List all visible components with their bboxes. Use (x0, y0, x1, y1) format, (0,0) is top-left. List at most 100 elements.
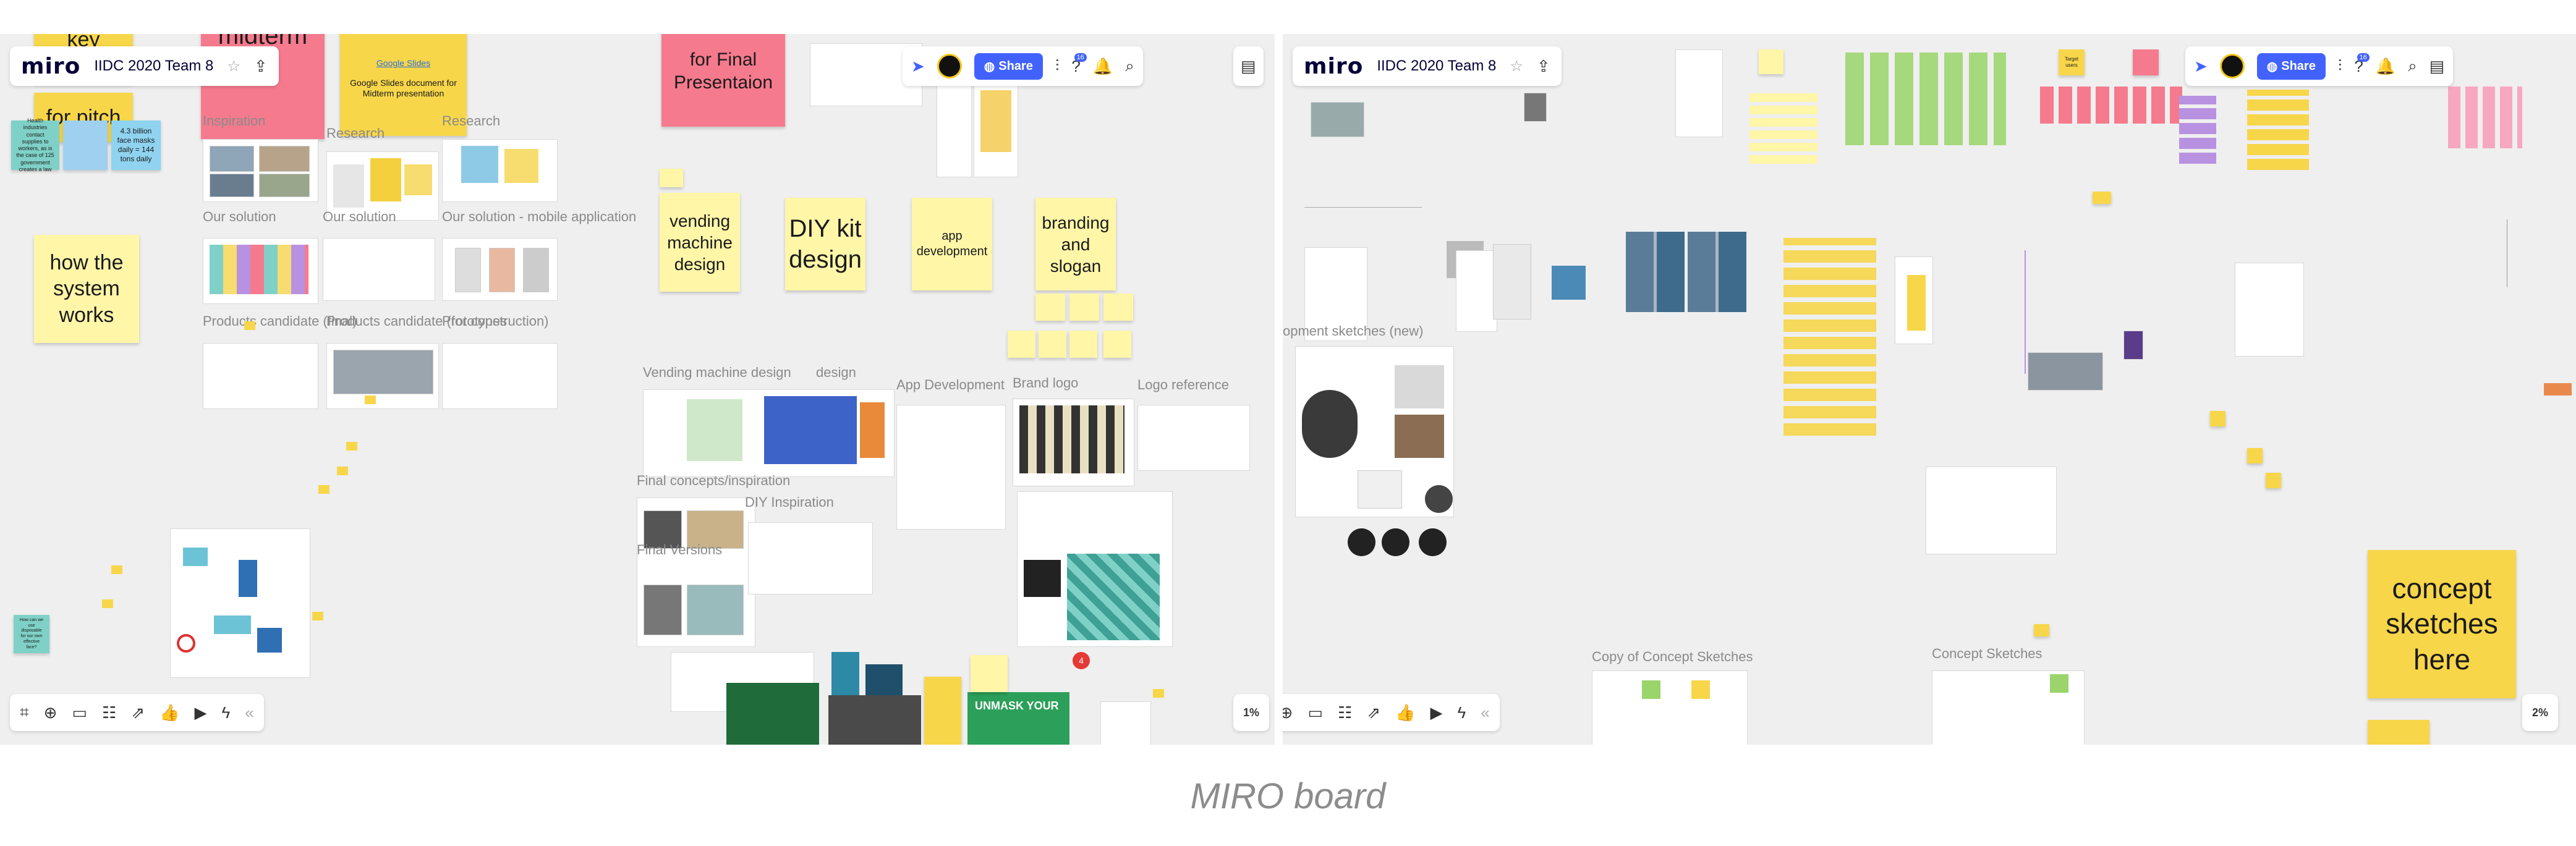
search-icon[interactable]: ⌕ (1125, 56, 1134, 76)
doc-thumb[interactable] (1926, 467, 2057, 554)
doc-thumb[interactable] (1456, 250, 1497, 332)
notes-icon[interactable]: ▤ (1241, 57, 1256, 76)
share-button[interactable]: ◍ Share (2256, 53, 2326, 80)
sticky-final[interactable]: for Final Presentaion (661, 34, 785, 127)
vote-icon[interactable]: 👍 (1395, 703, 1415, 722)
sticky-mini[interactable] (1759, 49, 1783, 74)
help-icon[interactable]: ? 16 (2354, 53, 2370, 76)
frame-logo-patterns[interactable] (1017, 491, 1173, 647)
doc-phone-ui-2[interactable] (974, 83, 1018, 177)
comment-icon[interactable] (244, 321, 255, 330)
comment-icon[interactable] (337, 467, 348, 475)
image-thumb[interactable] (2123, 331, 2143, 360)
frame-products-construction[interactable] (326, 343, 439, 409)
frame-final-concepts[interactable] (637, 497, 755, 647)
comment-icon[interactable] (2247, 448, 2263, 463)
comment-icon[interactable] (2266, 473, 2281, 488)
sticky-industries[interactable]: Health industries contact supplies to wo… (11, 117, 59, 172)
comment-icon[interactable] (102, 599, 113, 608)
image-thumb[interactable] (1100, 701, 1151, 745)
frame-mobile-app[interactable] (442, 238, 558, 301)
comment-icon[interactable] (2093, 192, 2111, 204)
doc-phone-ui[interactable] (937, 77, 972, 177)
settings-sliders-icon[interactable]: ⫶ (2338, 56, 2342, 76)
sticky-mini[interactable] (1103, 331, 1131, 358)
comment-icon[interactable] (1153, 689, 1164, 698)
chat-icon[interactable]: ▭ (1307, 703, 1323, 722)
miro-board-canvas-left[interactable]: miro IIDC 2020 Team 8 ☆ ⇪ ➤ ◍ Share ⫶ ? 16… (0, 34, 1275, 745)
sticky-blue-small[interactable] (63, 121, 108, 170)
cards-icon[interactable]: ☷ (102, 703, 116, 722)
doc-thumb[interactable] (2235, 263, 2304, 357)
share-screen-icon[interactable]: ⇗ (1367, 703, 1380, 722)
avatar[interactable] (937, 54, 962, 78)
sticky-small[interactable] (971, 655, 1008, 692)
frame-our-solution[interactable] (203, 238, 318, 304)
avatar[interactable] (2219, 54, 2245, 78)
frame-inspiration[interactable] (203, 139, 318, 202)
comment-icon[interactable] (365, 396, 376, 404)
frame-research-2[interactable] (442, 139, 558, 202)
sticky-diy[interactable]: DIY kit design (785, 198, 865, 290)
sticky-pink[interactable] (2133, 49, 2159, 75)
frame-brand-logo[interactable] (1013, 399, 1134, 486)
share-button[interactable]: ◍ Share (974, 53, 1043, 80)
frame-concept-sketches[interactable] (1932, 670, 2085, 745)
cursor-icon[interactable]: ➤ (2194, 57, 2208, 76)
comment-add-icon[interactable]: ⊕ (44, 703, 57, 722)
sticky-mini[interactable] (1039, 331, 1066, 358)
help-icon[interactable]: ? 16 (1071, 53, 1087, 76)
chat-icon[interactable]: ▭ (72, 703, 87, 722)
sticky-branding[interactable]: branding and slogan (1035, 198, 1116, 290)
settings-sliders-icon[interactable]: ⫶ (1055, 56, 1060, 76)
frame-app-dev[interactable] (896, 405, 1006, 530)
sticky-app[interactable]: app development (912, 198, 992, 290)
collapse-icon[interactable]: « (1481, 703, 1489, 722)
slides-link[interactable]: Google Slides (376, 58, 430, 69)
sticky-dark[interactable] (924, 677, 961, 745)
zoom-indicator[interactable]: 1% (1233, 694, 1270, 731)
board-title[interactable]: IIDC 2020 Team 8 (94, 57, 213, 75)
bell-icon[interactable]: 🔔 (2376, 57, 2395, 76)
frame-logo-ref[interactable] (1137, 405, 1250, 471)
image-thumb[interactable] (1311, 102, 1364, 137)
sticky-mini[interactable] (1103, 294, 1133, 321)
frames-icon[interactable]: ⌗ (20, 703, 29, 722)
export-icon[interactable]: ⇪ (254, 57, 268, 76)
comment-add-icon[interactable]: ⊕ (1283, 703, 1293, 722)
sticky-system[interactable]: how the system works (34, 235, 139, 343)
comment-icon[interactable] (2210, 411, 2225, 426)
sticky-mini[interactable] (1069, 294, 1099, 321)
comment-icon[interactable] (2034, 624, 2049, 637)
system-flow-diagram[interactable] (170, 528, 310, 678)
notes-icon[interactable]: ▤ (2429, 57, 2445, 76)
sticky-partial[interactable] (2368, 720, 2429, 745)
miro-board-canvas-right[interactable]: miro IIDC 2020 Team 8 ☆ ⇪ ➤ ◍ Share ⫶ ? 16… (1283, 34, 2576, 745)
vote-icon[interactable]: 👍 (159, 703, 179, 722)
cursor-icon[interactable]: ➤ (911, 57, 925, 76)
frame-diy-inspiration[interactable] (748, 522, 873, 594)
star-icon[interactable]: ☆ (227, 57, 240, 75)
comment-icon[interactable] (111, 565, 122, 574)
video-icon[interactable]: ▶ (1430, 703, 1443, 722)
board-title[interactable]: IIDC 2020 Team 8 (1377, 57, 1496, 75)
zoom-indicator[interactable]: 2% (2522, 694, 2559, 731)
star-icon[interactable]: ☆ (1510, 57, 1523, 75)
frame-products[interactable] (203, 343, 318, 409)
sticky-blue-question[interactable]: How can we use disposable for our own ef… (14, 615, 49, 653)
image-thumb[interactable] (1524, 93, 1547, 122)
comment-count-badge[interactable]: 4 (1073, 652, 1090, 669)
search-icon[interactable]: ⌕ (2408, 56, 2417, 76)
video-icon[interactable]: ▶ (195, 703, 207, 722)
bell-icon[interactable]: 🔔 (1093, 57, 1113, 76)
cards-icon[interactable]: ☷ (1338, 703, 1352, 722)
share-screen-icon[interactable]: ⇗ (131, 703, 145, 722)
sticky-vending[interactable]: vending machine design (660, 193, 740, 292)
frame-copy-concept[interactable] (1592, 670, 1748, 745)
sticky-mini[interactable] (1035, 294, 1065, 321)
sticky-tiny[interactable] (660, 169, 683, 187)
frame-vending-design[interactable] (643, 389, 895, 477)
export-icon[interactable]: ⇪ (1537, 57, 1550, 76)
lightning-icon[interactable]: ϟ (1458, 703, 1466, 722)
sticky-target-users[interactable]: Target users (2059, 49, 2085, 75)
